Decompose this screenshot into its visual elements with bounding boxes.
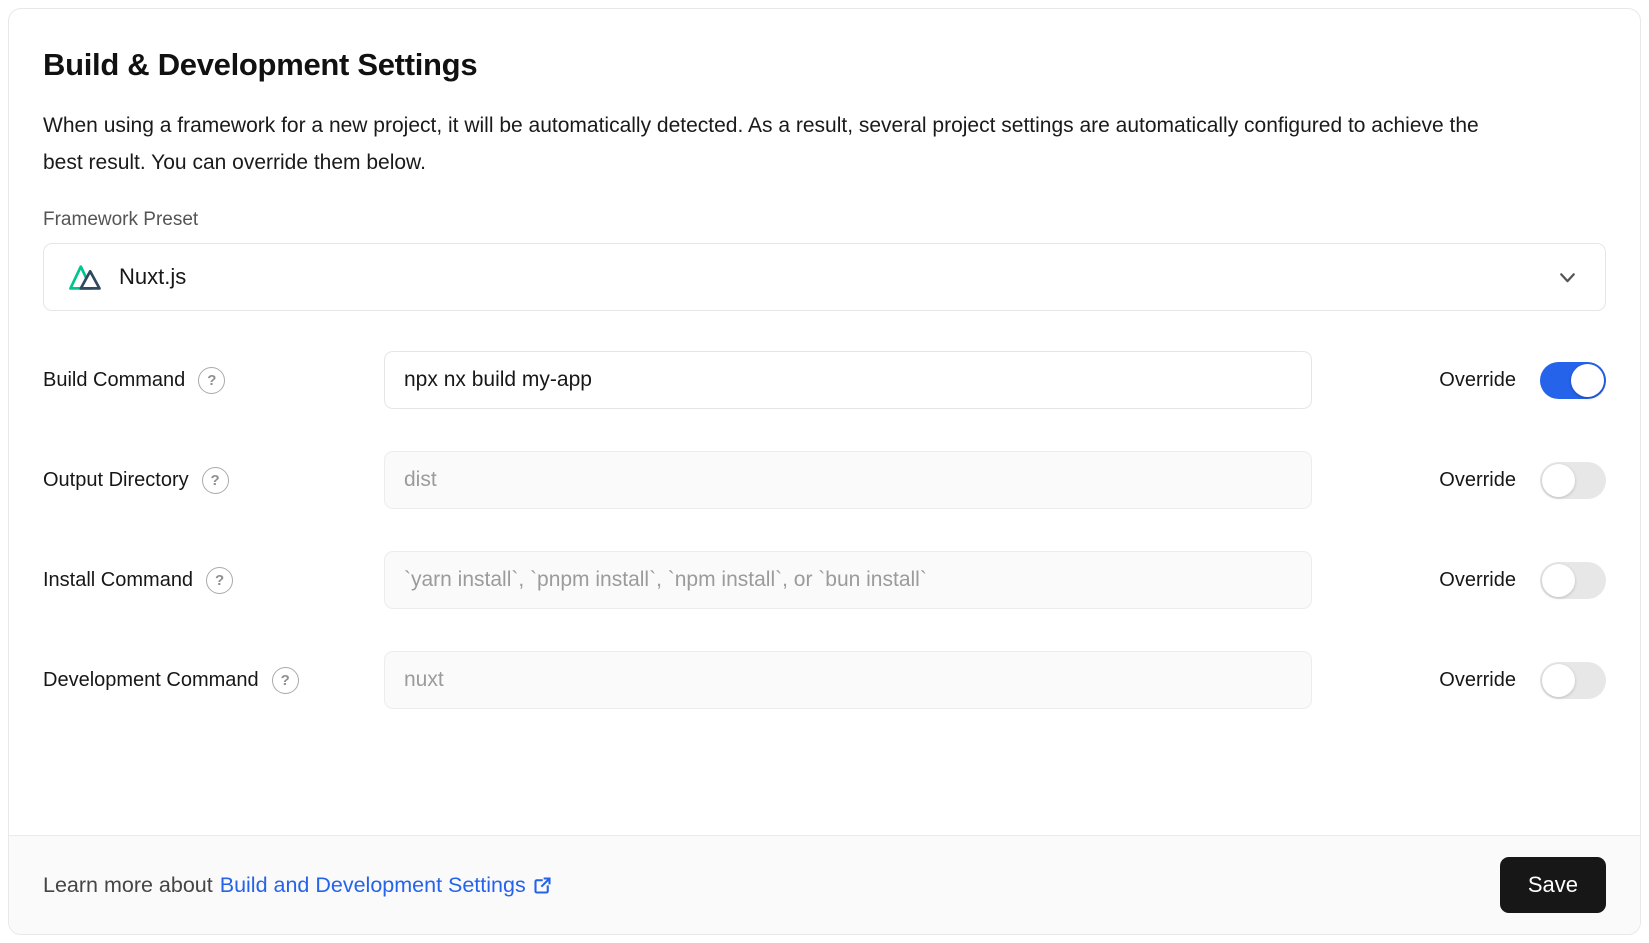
framework-preset-value: Nuxt.js: [68, 263, 186, 291]
install-command-override: Override: [1312, 562, 1606, 599]
framework-preset-selected-text: Nuxt.js: [119, 264, 186, 290]
docs-link-text: Build and Development Settings: [220, 873, 526, 898]
development-command-override-toggle[interactable]: [1540, 662, 1606, 699]
development-command-label: Development Command: [43, 669, 259, 692]
page-title: Build & Development Settings: [43, 47, 1606, 83]
toggle-knob: [1571, 364, 1604, 397]
override-label: Override: [1439, 469, 1516, 492]
help-icon[interactable]: ?: [202, 467, 229, 494]
output-directory-label-group: Output Directory ?: [43, 467, 384, 494]
build-command-label-group: Build Command ?: [43, 367, 384, 394]
development-command-input: [384, 651, 1312, 709]
development-command-row: Development Command ? Override: [43, 651, 1606, 709]
card-footer: Learn more about Build and Development S…: [9, 835, 1640, 934]
help-icon[interactable]: ?: [206, 567, 233, 594]
save-button[interactable]: Save: [1500, 857, 1606, 913]
override-label: Override: [1439, 569, 1516, 592]
build-command-input[interactable]: [384, 351, 1312, 409]
build-command-label: Build Command: [43, 369, 185, 392]
build-settings-card: Build & Development Settings When using …: [8, 8, 1641, 935]
external-link-icon: [532, 875, 553, 896]
output-directory-input: [384, 451, 1312, 509]
card-description: When using a framework for a new project…: [43, 107, 1483, 181]
help-icon[interactable]: ?: [272, 667, 299, 694]
install-command-input: [384, 551, 1312, 609]
card-main: Build & Development Settings When using …: [9, 9, 1640, 835]
output-directory-label: Output Directory: [43, 469, 189, 492]
learn-more-text: Learn more about Build and Development S…: [43, 873, 553, 898]
nuxt-logo-icon: [68, 263, 104, 291]
output-directory-override: Override: [1312, 462, 1606, 499]
toggle-knob: [1542, 464, 1575, 497]
settings-rows: Build Command ? Override Output Director…: [43, 351, 1606, 709]
build-command-override: Override: [1312, 362, 1606, 399]
output-directory-override-toggle[interactable]: [1540, 462, 1606, 499]
chevron-down-icon: [1554, 264, 1581, 291]
override-label: Override: [1439, 669, 1516, 692]
build-command-row: Build Command ? Override: [43, 351, 1606, 409]
build-command-override-toggle[interactable]: [1540, 362, 1606, 399]
toggle-knob: [1542, 664, 1575, 697]
override-label: Override: [1439, 369, 1516, 392]
learn-more-prefix: Learn more about: [43, 873, 213, 898]
build-settings-docs-link[interactable]: Build and Development Settings: [220, 873, 553, 898]
install-command-label: Install Command: [43, 569, 193, 592]
output-directory-row: Output Directory ? Override: [43, 451, 1606, 509]
toggle-knob: [1542, 564, 1575, 597]
help-icon[interactable]: ?: [198, 367, 225, 394]
development-command-label-group: Development Command ?: [43, 667, 384, 694]
framework-preset-label: Framework Preset: [43, 209, 1606, 231]
install-command-override-toggle[interactable]: [1540, 562, 1606, 599]
install-command-row: Install Command ? Override: [43, 551, 1606, 609]
install-command-label-group: Install Command ?: [43, 567, 384, 594]
framework-preset-select[interactable]: Nuxt.js: [43, 243, 1606, 311]
development-command-override: Override: [1312, 662, 1606, 699]
